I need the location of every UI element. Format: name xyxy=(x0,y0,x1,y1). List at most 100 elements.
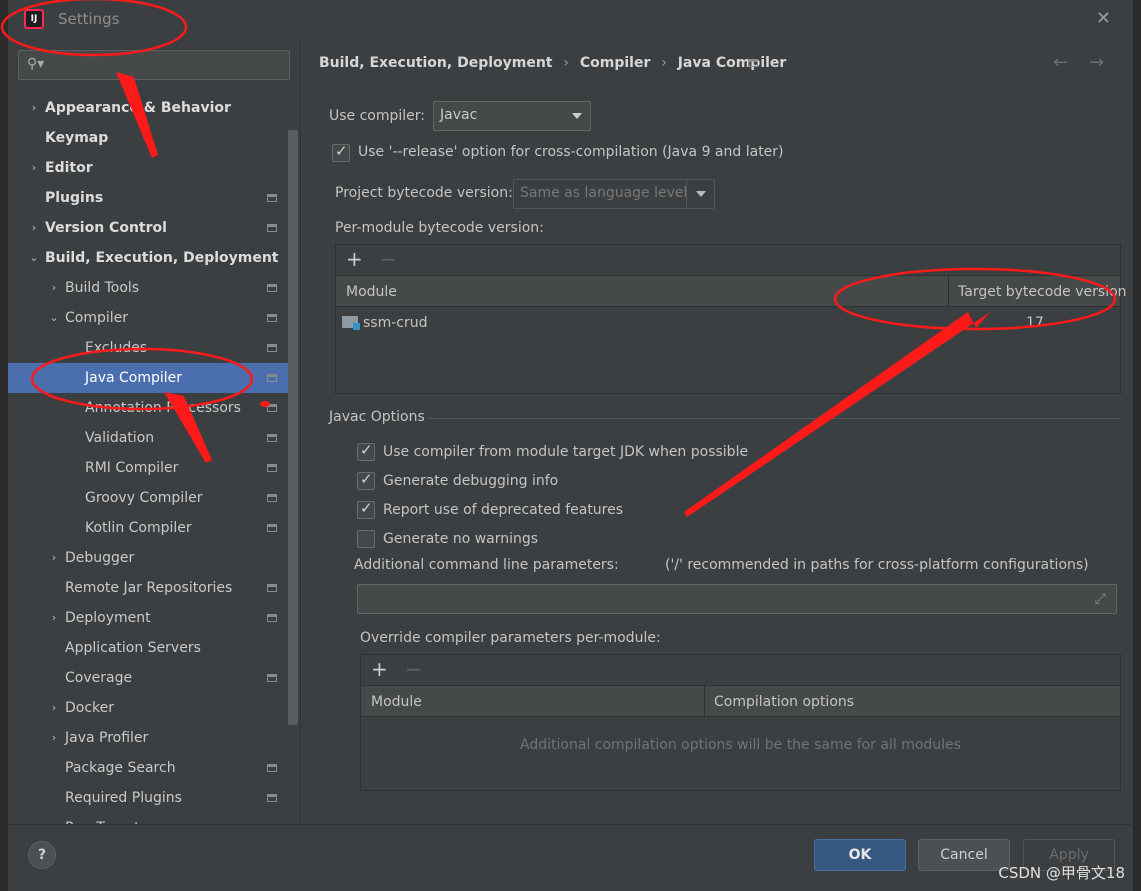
sidebar-item-build-execution-deployment[interactable]: ⌄ Build, Execution, Deployment xyxy=(8,243,288,273)
sidebar-item-label: Remote Jar Repositories xyxy=(65,580,233,596)
search-input[interactable]: ⚲▾ xyxy=(18,50,290,80)
column-header-compilation-options[interactable]: Compilation options xyxy=(714,686,854,718)
breadcrumb-item: Compiler xyxy=(579,55,651,71)
sidebar-item-label: Java Profiler xyxy=(65,730,149,746)
sidebar-item-kotlin-compiler[interactable]: Kotlin Compiler xyxy=(8,513,288,543)
sidebar-item-run-targets[interactable]: Run Targets xyxy=(8,813,288,824)
sidebar-item-rmi-compiler[interactable]: RMI Compiler xyxy=(8,453,288,483)
sidebar-item-keymap[interactable]: Keymap xyxy=(8,123,288,153)
column-header-module[interactable]: Module xyxy=(346,276,397,308)
sidebar-item-java-compiler[interactable]: Java Compiler xyxy=(8,363,288,393)
group-divider xyxy=(429,418,1121,419)
sidebar-item-application-servers[interactable]: Application Servers xyxy=(8,633,288,663)
forward-arrow-icon[interactable]: → xyxy=(1089,52,1104,73)
add-icon[interactable]: + xyxy=(371,657,388,681)
sidebar-item-build-tools[interactable]: › Build Tools xyxy=(8,273,288,303)
chevron-right-icon[interactable]: › xyxy=(48,543,60,573)
watermark: CSDN @甲骨文18 xyxy=(998,864,1125,882)
sidebar-item-deployment[interactable]: › Deployment xyxy=(8,603,288,633)
close-icon[interactable]: ✕ xyxy=(1096,8,1111,29)
sidebar-item-editor[interactable]: › Editor xyxy=(8,153,288,183)
sidebar-item-label: Coverage xyxy=(65,670,133,686)
chevron-right-icon[interactable]: › xyxy=(48,723,60,753)
sidebar-item-debugger[interactable]: › Debugger xyxy=(8,543,288,573)
sidebar-item-label: Required Plugins xyxy=(65,790,182,806)
chevron-right-icon[interactable]: › xyxy=(48,693,60,723)
additional-params-label: Additional command line parameters: xyxy=(354,557,619,573)
help-button[interactable]: ? xyxy=(28,841,56,869)
sidebar-item-compiler[interactable]: ⌄ Compiler xyxy=(8,303,288,333)
release-option-checkbox[interactable] xyxy=(332,142,350,162)
project-bytecode-select[interactable]: Same as language level xyxy=(513,179,715,209)
sidebar-item-annotation-processors[interactable]: Annotation Processors xyxy=(8,393,288,423)
sidebar-item-version-control[interactable]: › Version Control xyxy=(8,213,288,243)
sidebar-item-label: Version Control xyxy=(45,220,167,236)
chevron-right-icon[interactable]: › xyxy=(28,153,40,183)
chevron-down-icon[interactable]: ⌄ xyxy=(48,303,60,333)
sidebar-item-package-search[interactable]: Package Search xyxy=(8,753,288,783)
sidebar-item-label: Package Search xyxy=(65,760,176,776)
chevron-right-icon[interactable]: › xyxy=(48,273,60,303)
project-settings-icon xyxy=(267,194,277,202)
breadcrumb-separator: › xyxy=(661,55,667,71)
sidebar-item-label: Editor xyxy=(45,160,93,176)
project-settings-icon xyxy=(748,59,758,67)
select-divider xyxy=(686,180,687,208)
settings-tree: › Appearance & Behavior Keymap › Editor Pl… xyxy=(8,93,288,824)
sidebar-item-remote-jar-repositories[interactable]: Remote Jar Repositories xyxy=(8,573,288,603)
project-bytecode-value: Same as language level xyxy=(520,185,688,201)
sidebar-item-excludes[interactable]: Excludes xyxy=(8,333,288,363)
no-warnings-checkbox[interactable] xyxy=(357,530,375,548)
additional-params-input[interactable]: ⤢ xyxy=(357,584,1117,614)
module-folder-icon xyxy=(342,316,360,330)
chevron-down-icon[interactable]: ⌄ xyxy=(28,243,40,273)
sidebar-item-appearance-behavior[interactable]: › Appearance & Behavior xyxy=(8,93,288,123)
sidebar-scrollbar[interactable] xyxy=(288,130,298,725)
sidebar-item-java-profiler[interactable]: › Java Profiler xyxy=(8,723,288,753)
table-row[interactable]: ssm-crud 17 xyxy=(336,309,1120,339)
search-icon: ⚲▾ xyxy=(27,56,45,72)
remove-icon[interactable]: − xyxy=(380,247,397,271)
override-params-table: + − Module Compilation options Additiona… xyxy=(360,654,1121,791)
use-module-jdk-label: Use compiler from module target JDK when… xyxy=(383,444,749,460)
project-settings-icon xyxy=(267,614,277,622)
table-header: Module Compilation options xyxy=(361,685,1120,717)
project-settings-icon xyxy=(267,524,277,532)
no-warnings-label: Generate no warnings xyxy=(383,531,539,547)
chevron-right-icon[interactable]: › xyxy=(28,93,40,123)
column-header-target-version[interactable]: Target bytecode version xyxy=(958,276,1127,308)
release-option-label: Use '--release' option for cross-compila… xyxy=(358,144,784,160)
project-settings-icon xyxy=(267,674,277,682)
intellij-app-icon: IJ xyxy=(24,9,44,29)
sidebar-item-plugins[interactable]: Plugins xyxy=(8,183,288,213)
dropdown-arrow-icon xyxy=(696,191,706,197)
project-settings-icon xyxy=(267,314,277,322)
sidebar-item-coverage[interactable]: Coverage xyxy=(8,663,288,693)
deprecated-features-checkbox[interactable] xyxy=(357,499,375,519)
sidebar-item-docker[interactable]: › Docker xyxy=(8,693,288,723)
debugging-info-checkbox[interactable] xyxy=(357,470,375,490)
column-divider[interactable] xyxy=(948,276,949,306)
expand-icon[interactable]: ⤢ xyxy=(1095,591,1106,607)
ok-button[interactable]: OK xyxy=(814,839,906,871)
column-header-module[interactable]: Module xyxy=(371,686,422,718)
chevron-right-icon[interactable]: › xyxy=(28,213,40,243)
use-module-jdk-checkbox[interactable] xyxy=(357,441,375,461)
add-icon[interactable]: + xyxy=(346,247,363,271)
additional-params-hint: ('/' recommended in paths for cross-plat… xyxy=(665,557,1089,573)
project-settings-icon xyxy=(267,494,277,502)
chevron-right-icon[interactable]: › xyxy=(48,603,60,633)
compiler-select[interactable]: Javac xyxy=(433,101,591,131)
project-settings-icon xyxy=(267,584,277,592)
cancel-button[interactable]: Cancel xyxy=(918,839,1010,871)
sidebar-item-required-plugins[interactable]: Required Plugins xyxy=(8,783,288,813)
sidebar-item-label: Run Targets xyxy=(65,813,147,824)
sidebar-item-groovy-compiler[interactable]: Groovy Compiler xyxy=(8,483,288,513)
use-compiler-label: Use compiler: xyxy=(329,108,426,124)
back-arrow-icon[interactable]: ← xyxy=(1053,52,1068,73)
column-divider[interactable] xyxy=(704,686,705,716)
sidebar-item-validation[interactable]: Validation xyxy=(8,423,288,453)
remove-icon[interactable]: − xyxy=(405,657,422,681)
module-target-version[interactable]: 17 xyxy=(1026,315,1044,331)
override-params-label: Override compiler parameters per-module: xyxy=(360,630,661,646)
